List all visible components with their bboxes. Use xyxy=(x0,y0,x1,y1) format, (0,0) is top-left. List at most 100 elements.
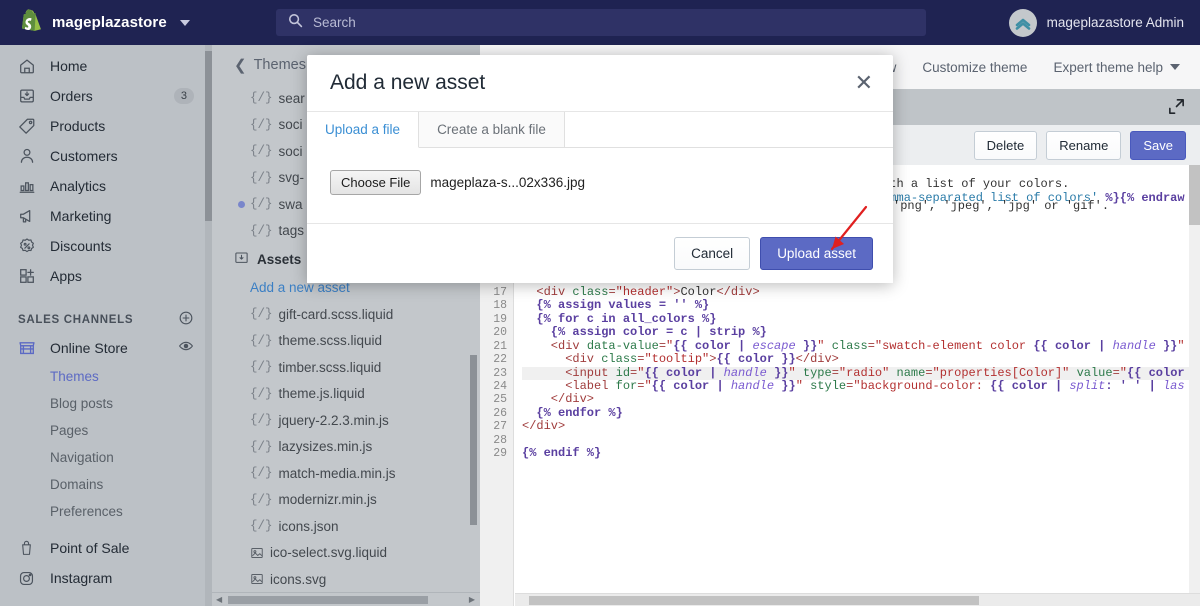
cancel-button[interactable]: Cancel xyxy=(674,237,751,270)
code-icon: {/} xyxy=(250,307,273,322)
sidebar-item-label: Products xyxy=(50,118,106,134)
code-icon: {/} xyxy=(250,144,273,159)
sidebar-subitem-label: Blog posts xyxy=(50,396,114,411)
list-item[interactable]: {/} timber.scss.liquid xyxy=(212,354,480,381)
scroll-left-arrow-icon[interactable]: ◀ xyxy=(216,595,222,604)
line-number: 24 xyxy=(493,380,507,393)
expert-theme-help-menu[interactable]: Expert theme help xyxy=(1053,60,1180,75)
sidebar-item-marketing[interactable]: Marketing xyxy=(0,201,212,231)
list-item[interactable]: {/} theme.js.liquid xyxy=(212,381,480,408)
sidebar-item-discounts[interactable]: Discounts xyxy=(0,231,212,261)
line-number: 22 xyxy=(493,353,507,367)
save-button[interactable]: Save xyxy=(1130,130,1186,160)
code-icon: {/} xyxy=(250,360,273,375)
file-name: tags xyxy=(278,223,305,239)
list-item[interactable]: {/} match-media.min.js xyxy=(212,460,480,487)
sidebar-item-blog-posts[interactable]: Blog posts xyxy=(0,390,212,417)
sidebar-item-domains[interactable]: Domains xyxy=(0,471,212,498)
sidebar-item-online-store[interactable]: Online Store xyxy=(0,333,212,363)
code-line[interactable] xyxy=(522,434,1200,447)
sidebar-item-apps[interactable]: Apps xyxy=(0,261,212,291)
sidebar-item-point-of-sale[interactable]: Point of Sale xyxy=(0,533,212,563)
sidebar-item-label: Instagram xyxy=(50,570,113,586)
search-bar[interactable]: Search xyxy=(276,9,926,36)
instagram-icon xyxy=(16,568,37,589)
code-line[interactable]: {% for c in all_colors %} xyxy=(522,312,1200,326)
sidebar-item-home[interactable]: Home xyxy=(0,51,212,81)
modal-title: Add a new asset xyxy=(330,71,486,94)
scroll-right-arrow-icon[interactable]: ▶ xyxy=(469,595,475,604)
sidebar-item-customers[interactable]: Customers xyxy=(0,141,212,171)
code-line[interactable]: {% endfor %} xyxy=(522,406,1200,420)
eye-icon[interactable] xyxy=(178,338,194,359)
file-name: icons.json xyxy=(278,518,339,534)
sidebar-item-pages[interactable]: Pages xyxy=(0,417,212,444)
sidebar-item-analytics[interactable]: Analytics xyxy=(0,171,212,201)
storefront-icon xyxy=(16,338,37,359)
sidebar-subitem-label: Domains xyxy=(50,477,104,492)
file-name: soci xyxy=(278,117,303,133)
tag-icon xyxy=(16,116,37,137)
sidebar-scrollbar-thumb[interactable] xyxy=(205,51,212,221)
code-line[interactable]: <div data-value="{{ color | escape }}" c… xyxy=(522,339,1200,353)
sidebar-item-products[interactable]: Products xyxy=(0,111,212,141)
list-item[interactable]: {/} jquery-2.2.3.min.js xyxy=(212,407,480,434)
list-item[interactable]: {/} theme.scss.liquid xyxy=(212,328,480,355)
sidebar-item-orders[interactable]: Orders 3 xyxy=(0,81,212,111)
code-line[interactable]: <label for="{{ color | handle }}" style=… xyxy=(522,379,1200,393)
code-line[interactable]: <div class="tooltip">{{ color }}</div> xyxy=(522,352,1200,366)
close-icon[interactable]: ✕ xyxy=(855,72,873,94)
rename-button[interactable]: Rename xyxy=(1046,130,1122,160)
editor-vertical-scrollbar[interactable] xyxy=(1189,165,1200,606)
top-bar: mageplazastore Search mageplazastore Adm… xyxy=(0,0,1200,45)
code-line[interactable]: {% endif %} xyxy=(522,446,1200,460)
apps-grid-plus-icon xyxy=(16,266,37,287)
file-name: match-media.min.js xyxy=(278,465,396,481)
code-line[interactable]: {% assign values = '' %} xyxy=(522,299,1200,312)
code-icon: {/} xyxy=(250,197,273,212)
editor-horizontal-scrollbar[interactable] xyxy=(515,593,1200,606)
code-line[interactable]: {% assign color = c | strip %} xyxy=(522,326,1200,339)
editor-hscroll-thumb[interactable] xyxy=(529,596,979,605)
list-item[interactable]: {/} icons.json xyxy=(212,513,480,540)
sidebar-item-label: Customers xyxy=(50,148,118,164)
customize-theme-link[interactable]: Customize theme xyxy=(922,60,1027,75)
account-menu[interactable]: mageplazastore Admin xyxy=(1008,0,1184,45)
code-line[interactable]: </div> xyxy=(522,420,1200,433)
tab-upload-a-file[interactable]: Upload a file xyxy=(307,112,420,148)
list-item[interactable]: {/} gift-card.scss.liquid xyxy=(212,301,480,328)
sidebar-item-preferences[interactable]: Preferences xyxy=(0,498,212,525)
file-name: modernizr.min.js xyxy=(278,492,377,508)
file-panel-scrollbar-thumb[interactable] xyxy=(470,355,477,525)
sidebar-item-label: Marketing xyxy=(50,208,112,224)
expand-icon[interactable] xyxy=(1167,97,1186,121)
delete-button[interactable]: Delete xyxy=(973,130,1038,160)
list-item[interactable]: icons.svg xyxy=(212,566,480,593)
search-input[interactable]: Search xyxy=(313,15,356,30)
sidebar-item-instagram[interactable]: Instagram xyxy=(0,563,212,593)
upload-asset-button[interactable]: Upload asset xyxy=(760,237,873,270)
store-switcher[interactable]: mageplazastore xyxy=(0,9,260,36)
code-line[interactable]: </div> xyxy=(522,393,1200,406)
file-panel-horizontal-scrollbar[interactable]: ◀ ▶ xyxy=(212,592,480,606)
file-panel-hscroll-thumb[interactable] xyxy=(228,595,428,604)
editor-vscroll-thumb[interactable] xyxy=(1189,165,1200,225)
megaphone-icon xyxy=(16,206,37,227)
sidebar-scrollbar[interactable] xyxy=(205,45,212,606)
percent-badge-icon xyxy=(16,236,37,257)
sidebar-item-themes[interactable]: Themes xyxy=(0,363,212,390)
code-icon: {/} xyxy=(250,333,273,348)
chevron-down-icon xyxy=(1170,64,1180,70)
choose-file-button[interactable]: Choose File xyxy=(330,170,422,195)
list-item[interactable]: ico-select.svg.liquid xyxy=(212,540,480,567)
list-item[interactable]: {/} modernizr.min.js xyxy=(212,487,480,514)
code-line[interactable]: <input id="{{ color | handle }}" type="r… xyxy=(522,366,1200,380)
plus-circle-icon[interactable] xyxy=(178,310,194,331)
tab-create-a-blank-file[interactable]: Create a blank file xyxy=(419,112,565,147)
assets-group-label: Assets xyxy=(257,251,302,267)
list-item[interactable]: {/} lazysizes.min.js xyxy=(212,434,480,461)
chevron-down-icon xyxy=(179,19,190,26)
sidebar-item-navigation[interactable]: Navigation xyxy=(0,444,212,471)
code-line[interactable]: <div class="header">Color</div> xyxy=(522,285,1200,299)
line-number: 27 xyxy=(493,420,507,434)
